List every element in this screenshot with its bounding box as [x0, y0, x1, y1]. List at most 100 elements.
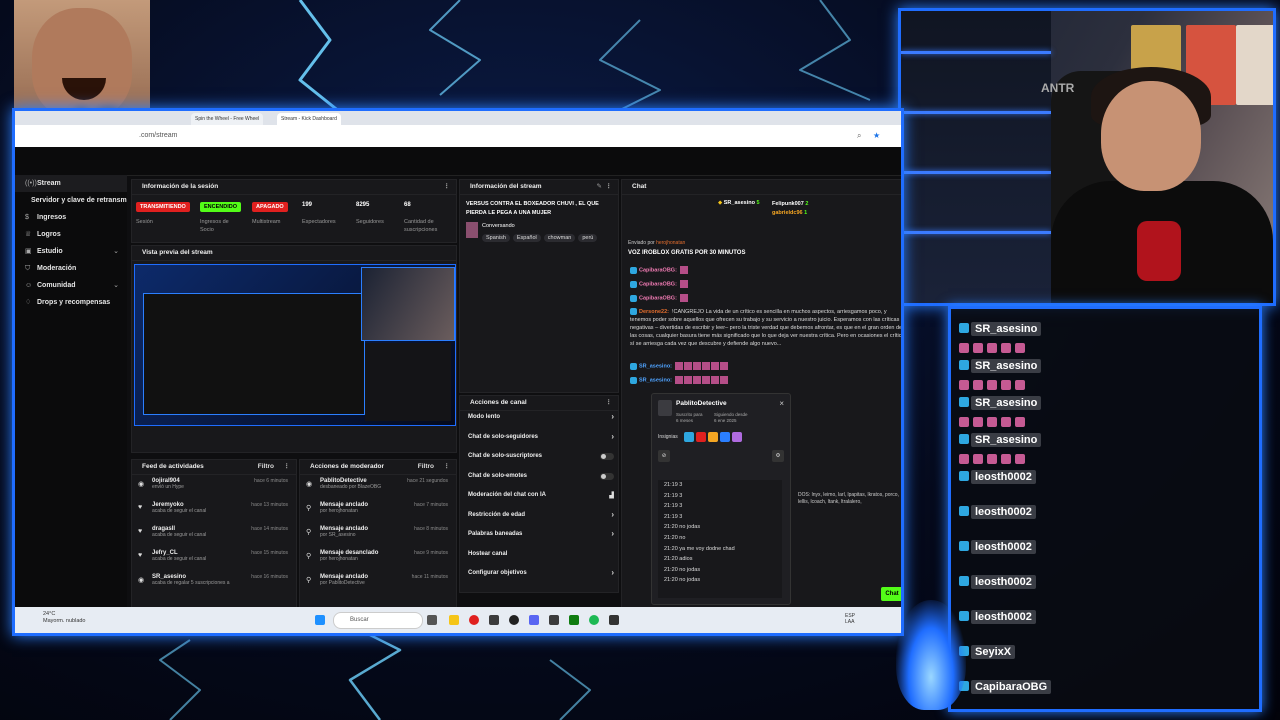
- stream-preview-video[interactable]: [134, 264, 456, 426]
- app-icon[interactable]: [549, 615, 559, 625]
- start-icon[interactable]: [315, 615, 325, 625]
- leaderboard-side: Felipunk007 2 gabrieldc96 1: [772, 200, 808, 218]
- community-icon: ☺: [25, 282, 33, 289]
- feed-row[interactable]: dragasll acaba de seguir el canal: [152, 526, 206, 538]
- avatar: [658, 400, 672, 416]
- browser-tab[interactable]: Spin the Wheel - Free Wheel: [191, 113, 264, 125]
- chat-username[interactable]: Dersone22:: [639, 309, 669, 315]
- language-indicator[interactable]: ESP LAA: [845, 613, 855, 625]
- zoom-icon[interactable]: ⌕: [857, 131, 861, 141]
- app-icon[interactable]: [489, 615, 499, 625]
- overlay-chat-username: leosth0002: [971, 575, 1036, 589]
- feed-row[interactable]: 0ojiral904 envió un Hype: [152, 478, 184, 490]
- sub-info: Suscrito para 6 meses: [676, 412, 703, 423]
- unban-button[interactable]: ⊘: [658, 450, 670, 462]
- channel-action-item[interactable]: Palabras baneadas ›: [468, 529, 614, 543]
- tag[interactable]: Español: [512, 234, 541, 242]
- pin-icon[interactable]: ⚲: [901, 240, 902, 248]
- emote: [675, 376, 684, 384]
- search-box[interactable]: Buscar: [333, 612, 423, 629]
- steam-icon[interactable]: [609, 615, 619, 625]
- more-icon[interactable]: ⋮: [444, 180, 451, 194]
- channel-action-item[interactable]: Modo lento ›: [468, 412, 614, 426]
- emote: [987, 417, 997, 427]
- tag[interactable]: perú: [578, 234, 598, 242]
- channel-action-item[interactable]: Hostear canal: [468, 551, 610, 563]
- channel-action-label: Configurar objetivos: [468, 570, 527, 576]
- task-view-icon[interactable]: [427, 615, 437, 625]
- feed-row[interactable]: Jefry_CL acaba de seguir el canal: [152, 550, 206, 562]
- overlay-chat-username: CapibaraOBG: [971, 680, 1052, 694]
- chat-username[interactable]: CapibaraOBG:: [639, 281, 677, 287]
- overlay-chat-row: leosth0002: [959, 502, 1036, 520]
- leaderboard: ◆ SR_asesino 5: [718, 200, 760, 206]
- more-icon[interactable]: ⋮: [284, 460, 291, 474]
- sub-badge-icon: [959, 505, 969, 516]
- emote: [987, 380, 997, 390]
- more-icon[interactable]: ⋮: [606, 180, 613, 194]
- feed-row[interactable]: SR_asesino acaba de regalar 5 suscripcion…: [152, 574, 230, 586]
- discord-icon[interactable]: [529, 615, 539, 625]
- chrome-icon[interactable]: [469, 615, 479, 625]
- sidebar-item-moderacion[interactable]: ⛉ Moderación: [15, 260, 127, 277]
- sidebar-item-estudio[interactable]: ▣ Estudio ⌄: [15, 243, 127, 260]
- feed-row[interactable]: PablitoDetective desbaneado por BlazeOBG: [320, 478, 381, 490]
- multistream-label: Multistream: [252, 219, 281, 225]
- toggle-switch[interactable]: [600, 472, 614, 480]
- overlay-chat-row: SeyixX: [959, 642, 1016, 660]
- overlay-chat-username: leosth0002: [971, 540, 1036, 554]
- emote: [959, 454, 969, 464]
- spotify-icon[interactable]: [589, 615, 599, 625]
- toggle-switch[interactable]: [600, 453, 614, 460]
- channel-action-item[interactable]: Configurar objetivos ›: [468, 568, 614, 582]
- sidebar-item-ingresos[interactable]: $ Ingresos: [15, 209, 127, 226]
- browser-tab-active[interactable]: Stream - Kick Dashboard: [277, 113, 341, 125]
- sidebar-item-stream[interactable]: ((•)) Stream: [15, 175, 127, 192]
- obs-icon[interactable]: [509, 615, 519, 625]
- microphone: [1137, 221, 1181, 281]
- feed-row[interactable]: Jeremyoko acaba de seguir el canal: [152, 502, 206, 514]
- chat-username[interactable]: CapibaraOBG:: [639, 295, 677, 301]
- channel-action-item[interactable]: Chat de solo-suscriptores: [468, 453, 614, 465]
- sidebar-item-drops[interactable]: ♢ Drops y recompensas: [15, 294, 127, 311]
- weather-widget[interactable]: 24°C Mayorm. nublado: [43, 611, 86, 625]
- feed-row[interactable]: Mensaje anclado por SR_asesino: [320, 526, 368, 538]
- mod-tools-button[interactable]: ⚙: [772, 450, 784, 462]
- tag[interactable]: chowman: [543, 234, 576, 242]
- channel-action-item[interactable]: Chat de solo-seguidores ›: [468, 432, 614, 446]
- feed-row[interactable]: Mensaje anclado por PablitoDetective: [320, 574, 368, 586]
- feed-time: hace 9 minutos: [414, 550, 448, 556]
- overlay-chat-username: SR_asesino: [971, 359, 1042, 373]
- figure-shelf: [901, 11, 1051, 303]
- feed-detail: por PablitoDetective: [320, 580, 365, 586]
- close-icon[interactable]: ×: [779, 399, 784, 408]
- channel-action-item[interactable]: Restricción de edad ›: [468, 510, 614, 524]
- explorer-icon[interactable]: [449, 615, 459, 625]
- chat-username[interactable]: SR_asesino:: [639, 377, 672, 383]
- channel-action-item[interactable]: Chat de solo-emotes: [468, 472, 614, 485]
- url-text[interactable]: .com/stream: [139, 132, 178, 139]
- sidebar-item-server-key[interactable]: Servidor y clave de retransm: [15, 192, 127, 209]
- feed-row[interactable]: Mensaje desanclado por herojhonatan: [320, 550, 378, 562]
- more-icon[interactable]: ⋮: [444, 460, 451, 474]
- filter-button[interactable]: Filtro: [258, 460, 274, 474]
- feed-row[interactable]: Mensaje anclado por herojhonatan: [320, 502, 368, 514]
- history-message: 21:19 3: [664, 503, 683, 510]
- emote: [1015, 343, 1025, 353]
- heart-icon: ♥: [138, 528, 143, 535]
- channel-action-item[interactable]: Moderación del chat con IA ▟: [468, 492, 614, 504]
- tag[interactable]: Spanish: [482, 234, 510, 242]
- chat-username[interactable]: SR_asesino:: [639, 363, 672, 369]
- badge-icon: [630, 362, 637, 370]
- sidebar-item-logros[interactable]: ♕ Logros: [15, 226, 127, 243]
- chat-username[interactable]: CapibaraOBG:: [639, 267, 677, 273]
- more-icon[interactable]: ⋮: [606, 396, 613, 410]
- send-chat-button[interactable]: Chat: [881, 587, 901, 601]
- bookmark-star-icon[interactable]: ★: [873, 131, 880, 140]
- edit-icon[interactable]: ✎: [597, 180, 602, 194]
- xbox-icon[interactable]: [569, 615, 579, 625]
- filter-button[interactable]: Filtro: [418, 460, 434, 474]
- feed-time: hace 13 minutos: [251, 502, 288, 508]
- sidebar-item-comunidad[interactable]: ☺ Comunidad ⌄: [15, 277, 127, 294]
- overlay-chat-username: SR_asesino: [971, 433, 1042, 447]
